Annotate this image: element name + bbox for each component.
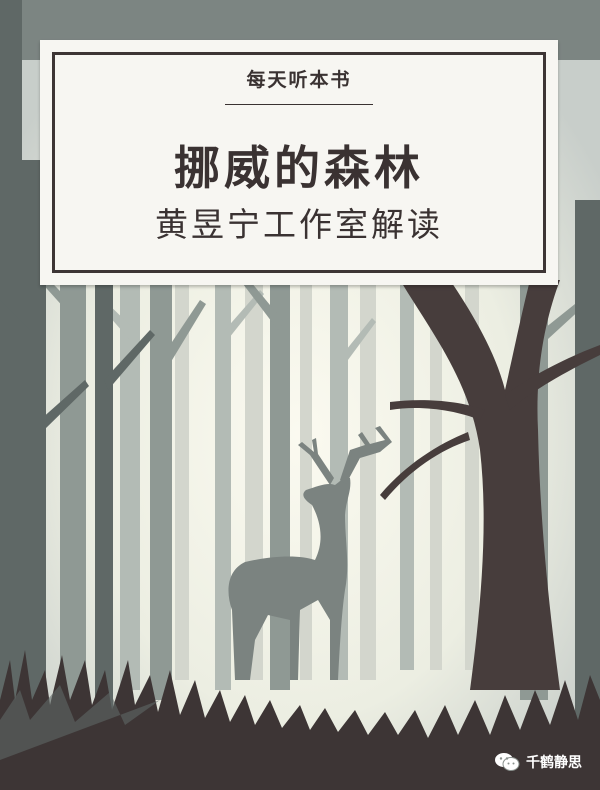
book-subtitle: 黄昱宁工作室解读 bbox=[155, 205, 443, 244]
book-title: 挪威的森林 bbox=[174, 141, 424, 195]
series-label: 每天听本书 bbox=[246, 69, 352, 91]
watermark-text: 千鹤静思 bbox=[526, 755, 582, 771]
title-card: 每天听本书 挪威的森林 黄昱宁工作室解读 bbox=[40, 40, 558, 285]
wechat-icon bbox=[495, 753, 520, 771]
watermark: 千鹤静思 bbox=[494, 752, 582, 772]
series-underline bbox=[225, 104, 373, 105]
